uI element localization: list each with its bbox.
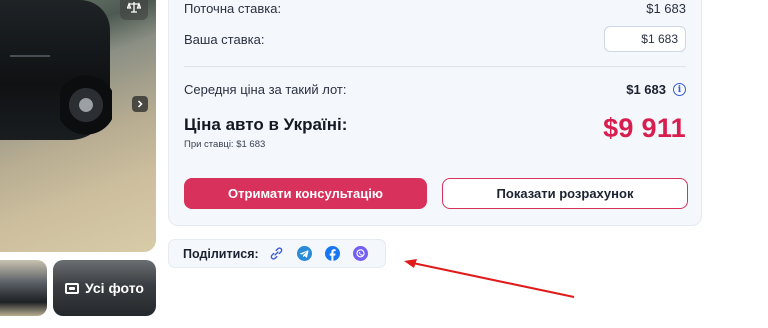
all-photos-button[interactable]: Усі фото xyxy=(53,260,156,316)
share-label: Поділитися: xyxy=(183,246,259,261)
info-icon[interactable]: i xyxy=(673,83,686,96)
car-wheel xyxy=(60,72,112,138)
your-bid-label: Ваша ставка: xyxy=(184,31,265,47)
lot-page: Усі фото Поточна ставка: $1 683 Ваша ста… xyxy=(0,0,768,328)
avg-price-label: Середня ціна за такий лот: xyxy=(184,82,347,97)
divider xyxy=(184,66,686,67)
current-bid-label: Поточна ставка: xyxy=(184,1,282,16)
avg-price-row: Середня ціна за такий лот: $1 683 i xyxy=(184,82,686,97)
all-photos-label: Усі фото xyxy=(85,280,144,296)
avg-price-value: $1 683 xyxy=(626,82,666,97)
ukraine-price-title: Ціна авто в Україні: xyxy=(184,115,348,134)
ukraine-price-subtitle: При ставці: $1 683 xyxy=(184,139,266,150)
photo-icon xyxy=(65,282,80,294)
share-bar: Поділитися: xyxy=(168,239,386,268)
annotation-arrow xyxy=(404,259,575,298)
next-photo-button[interactable] xyxy=(132,96,148,112)
link-icon[interactable] xyxy=(269,246,284,261)
current-bid-value: $1 683 xyxy=(646,1,686,16)
compare-scale-icon[interactable] xyxy=(120,0,148,20)
your-bid-row: Ваша ставка: $1 683 xyxy=(184,26,686,52)
main-photo[interactable] xyxy=(0,0,156,252)
telegram-icon[interactable] xyxy=(296,246,312,261)
facebook-icon[interactable] xyxy=(324,246,340,261)
price-card: Поточна ставка: $1 683 Ваша ставка: $1 6… xyxy=(168,0,702,226)
ukraine-price-value: $9 911 xyxy=(603,113,686,143)
photo-thumbnail[interactable] xyxy=(0,260,47,316)
show-calculation-button[interactable]: Показати розрахунок xyxy=(442,178,688,209)
current-bid-row: Поточна ставка: $1 683 xyxy=(184,1,686,16)
get-consultation-button[interactable]: Отримати консультацію xyxy=(184,178,427,209)
your-bid-input[interactable]: $1 683 xyxy=(604,26,686,52)
viber-icon[interactable] xyxy=(352,246,368,261)
